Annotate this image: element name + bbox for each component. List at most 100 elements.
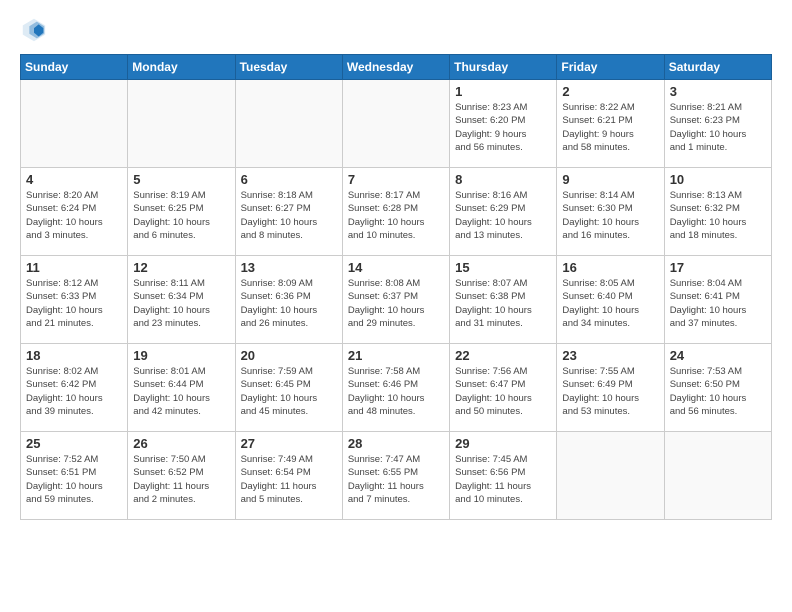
calendar-cell: 5 Sunrise: 8:19 AM Sunset: 6:25 PM Daylig… bbox=[128, 168, 235, 256]
calendar-cell: 2 Sunrise: 8:22 AM Sunset: 6:21 PM Daylig… bbox=[557, 80, 664, 168]
day-info: Sunrise: 8:02 AM Sunset: 6:42 PM Dayligh… bbox=[26, 365, 122, 418]
day-number: 26 bbox=[133, 436, 229, 451]
week-row-4: 18 Sunrise: 8:02 AM Sunset: 6:42 PM Dayli… bbox=[21, 344, 772, 432]
day-number: 1 bbox=[455, 84, 551, 99]
calendar-cell bbox=[235, 80, 342, 168]
calendar-cell: 13 Sunrise: 8:09 AM Sunset: 6:36 PM Dayli… bbox=[235, 256, 342, 344]
day-number: 4 bbox=[26, 172, 122, 187]
day-info: Sunrise: 8:16 AM Sunset: 6:29 PM Dayligh… bbox=[455, 189, 551, 242]
calendar-cell: 29 Sunrise: 7:45 AM Sunset: 6:56 PM Dayli… bbox=[450, 432, 557, 520]
calendar-cell: 10 Sunrise: 8:13 AM Sunset: 6:32 PM Dayli… bbox=[664, 168, 771, 256]
calendar-cell: 27Sunrise: 7:49 AM Sunset: 6:54 PM Dayli… bbox=[235, 432, 342, 520]
calendar-cell: 15 Sunrise: 8:07 AM Sunset: 6:38 PM Dayli… bbox=[450, 256, 557, 344]
day-number: 21 bbox=[348, 348, 444, 363]
week-row-1: 1 Sunrise: 8:23 AM Sunset: 6:20 PM Daylig… bbox=[21, 80, 772, 168]
calendar-cell: 7 Sunrise: 8:17 AM Sunset: 6:28 PM Daylig… bbox=[342, 168, 449, 256]
weekday-header-sunday: Sunday bbox=[21, 55, 128, 80]
weekday-header-thursday: Thursday bbox=[450, 55, 557, 80]
day-number: 17 bbox=[670, 260, 766, 275]
day-number: 2 bbox=[562, 84, 658, 99]
day-number: 18 bbox=[26, 348, 122, 363]
calendar-cell bbox=[557, 432, 664, 520]
calendar-cell: 25 Sunrise: 7:52 AM Sunset: 6:51 PM Dayli… bbox=[21, 432, 128, 520]
day-info: Sunrise: 8:04 AM Sunset: 6:41 PM Dayligh… bbox=[670, 277, 766, 330]
calendar-cell: 14 Sunrise: 8:08 AM Sunset: 6:37 PM Dayli… bbox=[342, 256, 449, 344]
day-number: 29 bbox=[455, 436, 551, 451]
calendar-cell: 1 Sunrise: 8:23 AM Sunset: 6:20 PM Daylig… bbox=[450, 80, 557, 168]
page-header bbox=[20, 16, 772, 44]
calendar-cell: 26 Sunrise: 7:50 AM Sunset: 6:52 PM Dayli… bbox=[128, 432, 235, 520]
day-info: Sunrise: 8:13 AM Sunset: 6:32 PM Dayligh… bbox=[670, 189, 766, 242]
day-info: Sunrise: 8:09 AM Sunset: 6:36 PM Dayligh… bbox=[241, 277, 337, 330]
day-number: 9 bbox=[562, 172, 658, 187]
calendar-cell: 11Sunrise: 8:12 AM Sunset: 6:33 PM Dayli… bbox=[21, 256, 128, 344]
day-number: 14 bbox=[348, 260, 444, 275]
day-info: Sunrise: 8:01 AM Sunset: 6:44 PM Dayligh… bbox=[133, 365, 229, 418]
calendar-cell: 12Sunrise: 8:11 AM Sunset: 6:34 PM Dayli… bbox=[128, 256, 235, 344]
calendar-cell: 9 Sunrise: 8:14 AM Sunset: 6:30 PM Daylig… bbox=[557, 168, 664, 256]
calendar-cell: 4 Sunrise: 8:20 AM Sunset: 6:24 PM Daylig… bbox=[21, 168, 128, 256]
day-info: Sunrise: 7:47 AM Sunset: 6:55 PM Dayligh… bbox=[348, 453, 444, 506]
weekday-header-monday: Monday bbox=[128, 55, 235, 80]
day-info: Sunrise: 7:53 AM Sunset: 6:50 PM Dayligh… bbox=[670, 365, 766, 418]
day-number: 24 bbox=[670, 348, 766, 363]
calendar-cell bbox=[342, 80, 449, 168]
calendar-cell: 17 Sunrise: 8:04 AM Sunset: 6:41 PM Dayli… bbox=[664, 256, 771, 344]
day-info: Sunrise: 8:19 AM Sunset: 6:25 PM Dayligh… bbox=[133, 189, 229, 242]
day-number: 5 bbox=[133, 172, 229, 187]
day-info: Sunrise: 8:08 AM Sunset: 6:37 PM Dayligh… bbox=[348, 277, 444, 330]
calendar-cell: 19Sunrise: 8:01 AM Sunset: 6:44 PM Dayli… bbox=[128, 344, 235, 432]
calendar-cell: 20Sunrise: 7:59 AM Sunset: 6:45 PM Dayli… bbox=[235, 344, 342, 432]
day-info: Sunrise: 8:07 AM Sunset: 6:38 PM Dayligh… bbox=[455, 277, 551, 330]
day-info: Sunrise: 8:20 AM Sunset: 6:24 PM Dayligh… bbox=[26, 189, 122, 242]
weekday-header-row: SundayMondayTuesdayWednesdayThursdayFrid… bbox=[21, 55, 772, 80]
calendar-cell: 6 Sunrise: 8:18 AM Sunset: 6:27 PM Daylig… bbox=[235, 168, 342, 256]
weekday-header-friday: Friday bbox=[557, 55, 664, 80]
week-row-5: 25 Sunrise: 7:52 AM Sunset: 6:51 PM Dayli… bbox=[21, 432, 772, 520]
day-number: 23 bbox=[562, 348, 658, 363]
day-number: 28 bbox=[348, 436, 444, 451]
week-row-2: 4 Sunrise: 8:20 AM Sunset: 6:24 PM Daylig… bbox=[21, 168, 772, 256]
day-number: 10 bbox=[670, 172, 766, 187]
calendar-cell bbox=[21, 80, 128, 168]
day-info: Sunrise: 7:49 AM Sunset: 6:54 PM Dayligh… bbox=[241, 453, 337, 506]
calendar-cell: 21 Sunrise: 7:58 AM Sunset: 6:46 PM Dayli… bbox=[342, 344, 449, 432]
day-info: Sunrise: 7:45 AM Sunset: 6:56 PM Dayligh… bbox=[455, 453, 551, 506]
day-info: Sunrise: 8:14 AM Sunset: 6:30 PM Dayligh… bbox=[562, 189, 658, 242]
day-info: Sunrise: 8:23 AM Sunset: 6:20 PM Dayligh… bbox=[455, 101, 551, 154]
day-info: Sunrise: 8:18 AM Sunset: 6:27 PM Dayligh… bbox=[241, 189, 337, 242]
day-number: 25 bbox=[26, 436, 122, 451]
day-info: Sunrise: 7:56 AM Sunset: 6:47 PM Dayligh… bbox=[455, 365, 551, 418]
day-info: Sunrise: 7:50 AM Sunset: 6:52 PM Dayligh… bbox=[133, 453, 229, 506]
day-number: 7 bbox=[348, 172, 444, 187]
day-info: Sunrise: 8:22 AM Sunset: 6:21 PM Dayligh… bbox=[562, 101, 658, 154]
calendar-cell: 3Sunrise: 8:21 AM Sunset: 6:23 PM Daylig… bbox=[664, 80, 771, 168]
day-number: 6 bbox=[241, 172, 337, 187]
logo-icon bbox=[20, 16, 48, 44]
day-number: 22 bbox=[455, 348, 551, 363]
day-number: 16 bbox=[562, 260, 658, 275]
calendar-cell: 18 Sunrise: 8:02 AM Sunset: 6:42 PM Dayli… bbox=[21, 344, 128, 432]
calendar-cell: 23 Sunrise: 7:55 AM Sunset: 6:49 PM Dayli… bbox=[557, 344, 664, 432]
day-number: 20 bbox=[241, 348, 337, 363]
calendar-cell: 24 Sunrise: 7:53 AM Sunset: 6:50 PM Dayli… bbox=[664, 344, 771, 432]
logo bbox=[20, 16, 52, 44]
day-info: Sunrise: 8:21 AM Sunset: 6:23 PM Dayligh… bbox=[670, 101, 766, 154]
day-number: 13 bbox=[241, 260, 337, 275]
day-number: 15 bbox=[455, 260, 551, 275]
calendar-cell bbox=[128, 80, 235, 168]
day-info: Sunrise: 7:58 AM Sunset: 6:46 PM Dayligh… bbox=[348, 365, 444, 418]
day-info: Sunrise: 7:52 AM Sunset: 6:51 PM Dayligh… bbox=[26, 453, 122, 506]
calendar-cell: 16 Sunrise: 8:05 AM Sunset: 6:40 PM Dayli… bbox=[557, 256, 664, 344]
weekday-header-wednesday: Wednesday bbox=[342, 55, 449, 80]
calendar-cell: 22 Sunrise: 7:56 AM Sunset: 6:47 PM Dayli… bbox=[450, 344, 557, 432]
calendar-cell: 28 Sunrise: 7:47 AM Sunset: 6:55 PM Dayli… bbox=[342, 432, 449, 520]
weekday-header-tuesday: Tuesday bbox=[235, 55, 342, 80]
day-number: 12 bbox=[133, 260, 229, 275]
weekday-header-saturday: Saturday bbox=[664, 55, 771, 80]
day-info: Sunrise: 7:55 AM Sunset: 6:49 PM Dayligh… bbox=[562, 365, 658, 418]
day-info: Sunrise: 8:17 AM Sunset: 6:28 PM Dayligh… bbox=[348, 189, 444, 242]
day-info: Sunrise: 8:05 AM Sunset: 6:40 PM Dayligh… bbox=[562, 277, 658, 330]
day-number: 11 bbox=[26, 260, 122, 275]
calendar: SundayMondayTuesdayWednesdayThursdayFrid… bbox=[20, 54, 772, 520]
